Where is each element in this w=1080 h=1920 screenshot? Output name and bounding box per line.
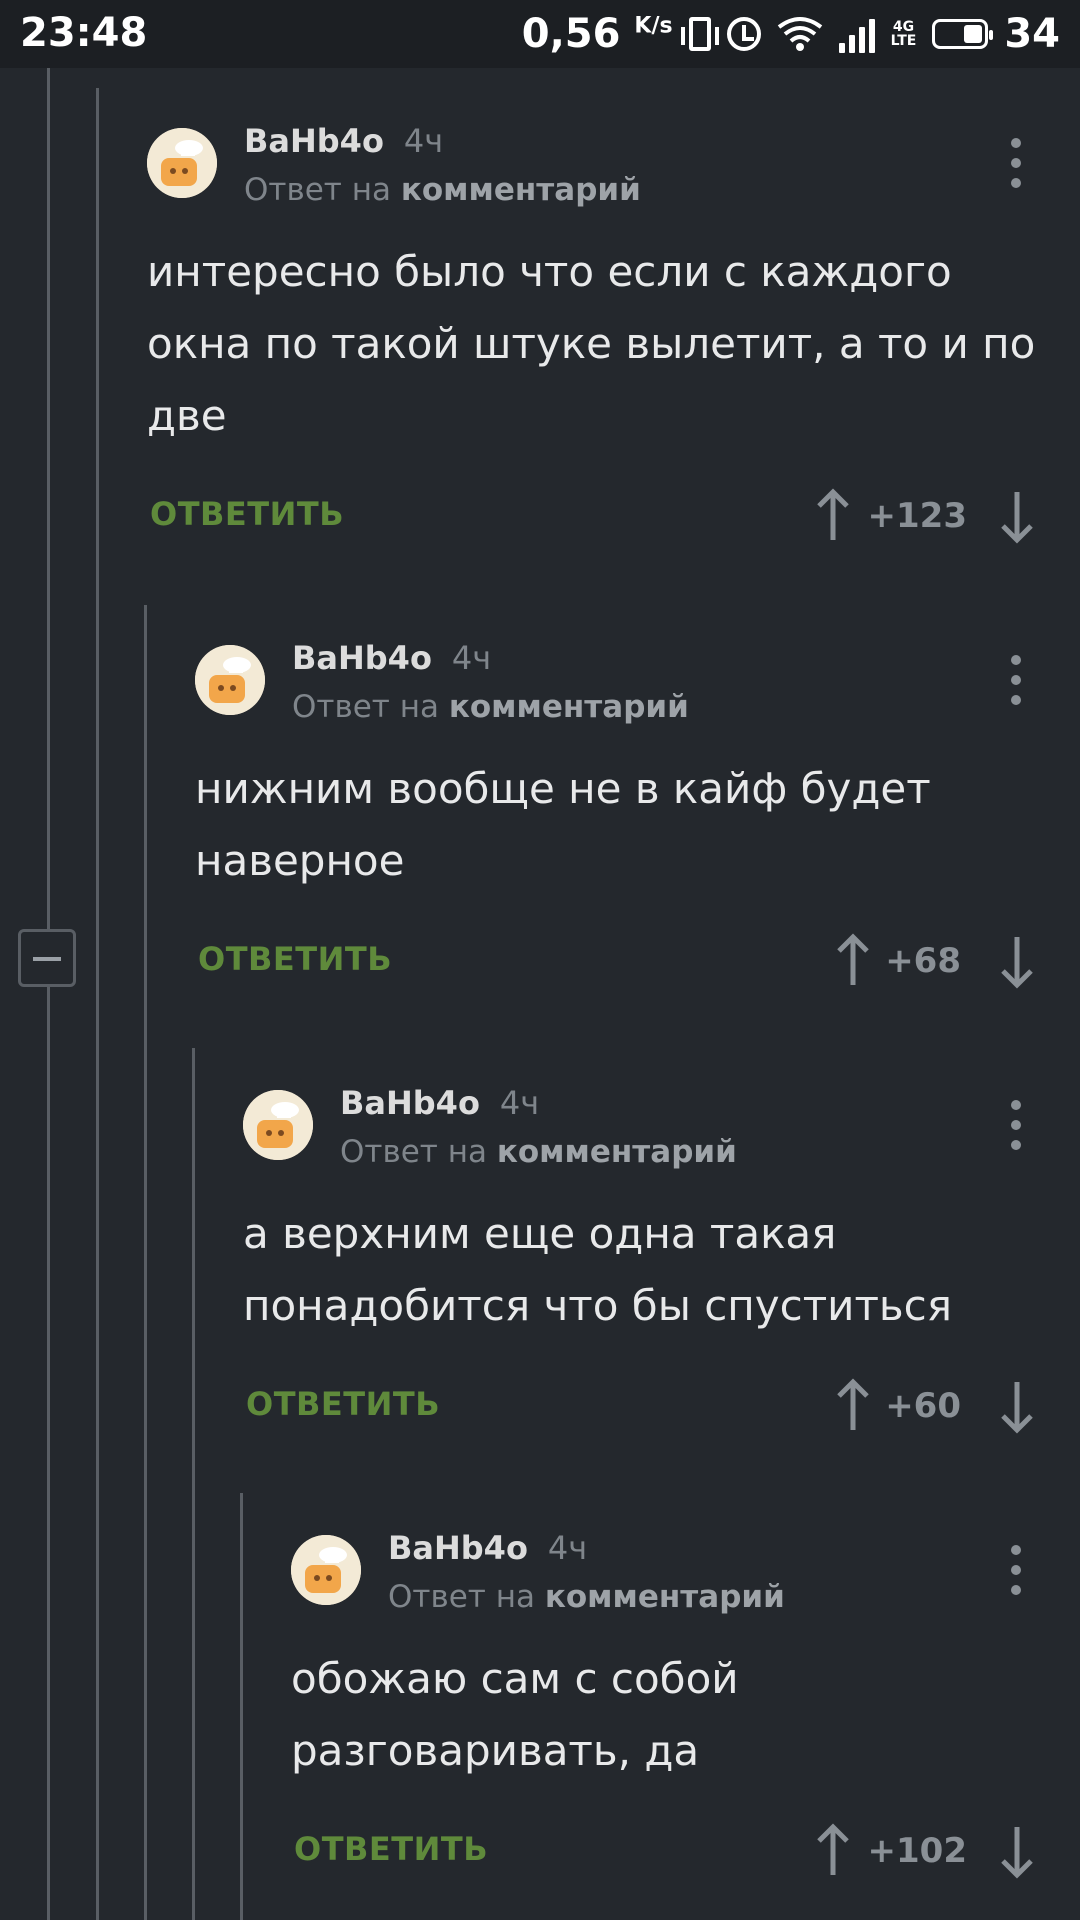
thread-line-4 bbox=[192, 1048, 195, 1920]
comment-text: обожаю сам с собой разговаривать, да bbox=[291, 1654, 739, 1775]
comment-author[interactable]: BaHb4o 4ч bbox=[388, 1529, 587, 1567]
thread-line-3 bbox=[144, 605, 147, 1920]
comment-author[interactable]: BaHb4o 4ч bbox=[340, 1084, 539, 1122]
vote-controls: +68 bbox=[833, 933, 1041, 989]
reply-to[interactable]: Ответ на комментарий bbox=[244, 172, 641, 208]
reply-button[interactable]: ОТВЕТИТЬ bbox=[198, 940, 392, 978]
avatar[interactable] bbox=[243, 1090, 313, 1160]
vote-controls: +123 bbox=[813, 488, 1041, 544]
thread-line-1 bbox=[47, 68, 50, 1920]
rating: +68 bbox=[885, 941, 961, 981]
rating: +102 bbox=[867, 1831, 967, 1871]
downvote-icon[interactable] bbox=[997, 1378, 1037, 1434]
downvote-icon[interactable] bbox=[997, 1823, 1037, 1879]
comment-author[interactable]: BaHb4o 4ч bbox=[292, 639, 491, 677]
network-speed: 0,56 K/s bbox=[521, 11, 673, 57]
status-bar: 23:48 0,56 K/s 4G LTE 34 bbox=[0, 0, 1080, 68]
comment-time: 4ч bbox=[451, 639, 492, 677]
comment-text: нижним вообще не в кайф будет наверное bbox=[195, 764, 931, 885]
comment-time: 4ч bbox=[403, 122, 444, 160]
comment-author[interactable]: BaHb4o 4ч bbox=[244, 122, 443, 160]
vote-controls: +60 bbox=[833, 1378, 1041, 1434]
reply-button[interactable]: ОТВЕТИТЬ bbox=[150, 495, 344, 533]
comment-text: интересно было что если с каждого окна по… bbox=[147, 247, 1036, 440]
more-options-icon[interactable] bbox=[1011, 138, 1023, 198]
vote-controls: +102 bbox=[813, 1823, 1041, 1879]
battery-icon bbox=[932, 19, 994, 49]
reply-to[interactable]: Ответ на комментарий bbox=[388, 1579, 785, 1615]
reply-button[interactable]: ОТВЕТИТЬ bbox=[246, 1385, 440, 1423]
more-options-icon[interactable] bbox=[1011, 1545, 1023, 1605]
avatar[interactable] bbox=[195, 645, 265, 715]
collapse-thread-button[interactable] bbox=[18, 929, 76, 987]
comment-time: 4ч bbox=[499, 1084, 540, 1122]
network-type: 4G LTE bbox=[890, 19, 917, 49]
reply-button[interactable]: ОТВЕТИТЬ bbox=[294, 1830, 488, 1868]
rating: +60 bbox=[885, 1386, 961, 1426]
comment-time: 4ч bbox=[547, 1529, 588, 1567]
vibrate-icon bbox=[680, 17, 719, 51]
thread-line-2 bbox=[96, 88, 99, 1920]
battery-level: 34 bbox=[1004, 11, 1060, 57]
thread-line-5 bbox=[240, 1493, 243, 1920]
reply-to[interactable]: Ответ на комментарий bbox=[340, 1134, 737, 1170]
upvote-icon[interactable] bbox=[813, 1823, 853, 1879]
more-options-icon[interactable] bbox=[1011, 1100, 1023, 1160]
upvote-icon[interactable] bbox=[813, 488, 853, 544]
signal-icon bbox=[838, 15, 875, 53]
more-options-icon[interactable] bbox=[1011, 655, 1023, 715]
clock: 23:48 bbox=[20, 10, 148, 56]
avatar[interactable] bbox=[147, 128, 217, 198]
alarm-icon bbox=[726, 17, 761, 51]
avatar[interactable] bbox=[291, 1535, 361, 1605]
rating: +123 bbox=[867, 496, 967, 536]
wifi-icon bbox=[777, 17, 822, 51]
comment-text: а верхним еще одна такая понадобится что … bbox=[243, 1209, 953, 1330]
downvote-icon[interactable] bbox=[997, 933, 1037, 989]
status-icons: 0,56 K/s 4G LTE 34 bbox=[522, 10, 1060, 58]
reply-to[interactable]: Ответ на комментарий bbox=[292, 689, 689, 725]
downvote-icon[interactable] bbox=[997, 488, 1037, 544]
